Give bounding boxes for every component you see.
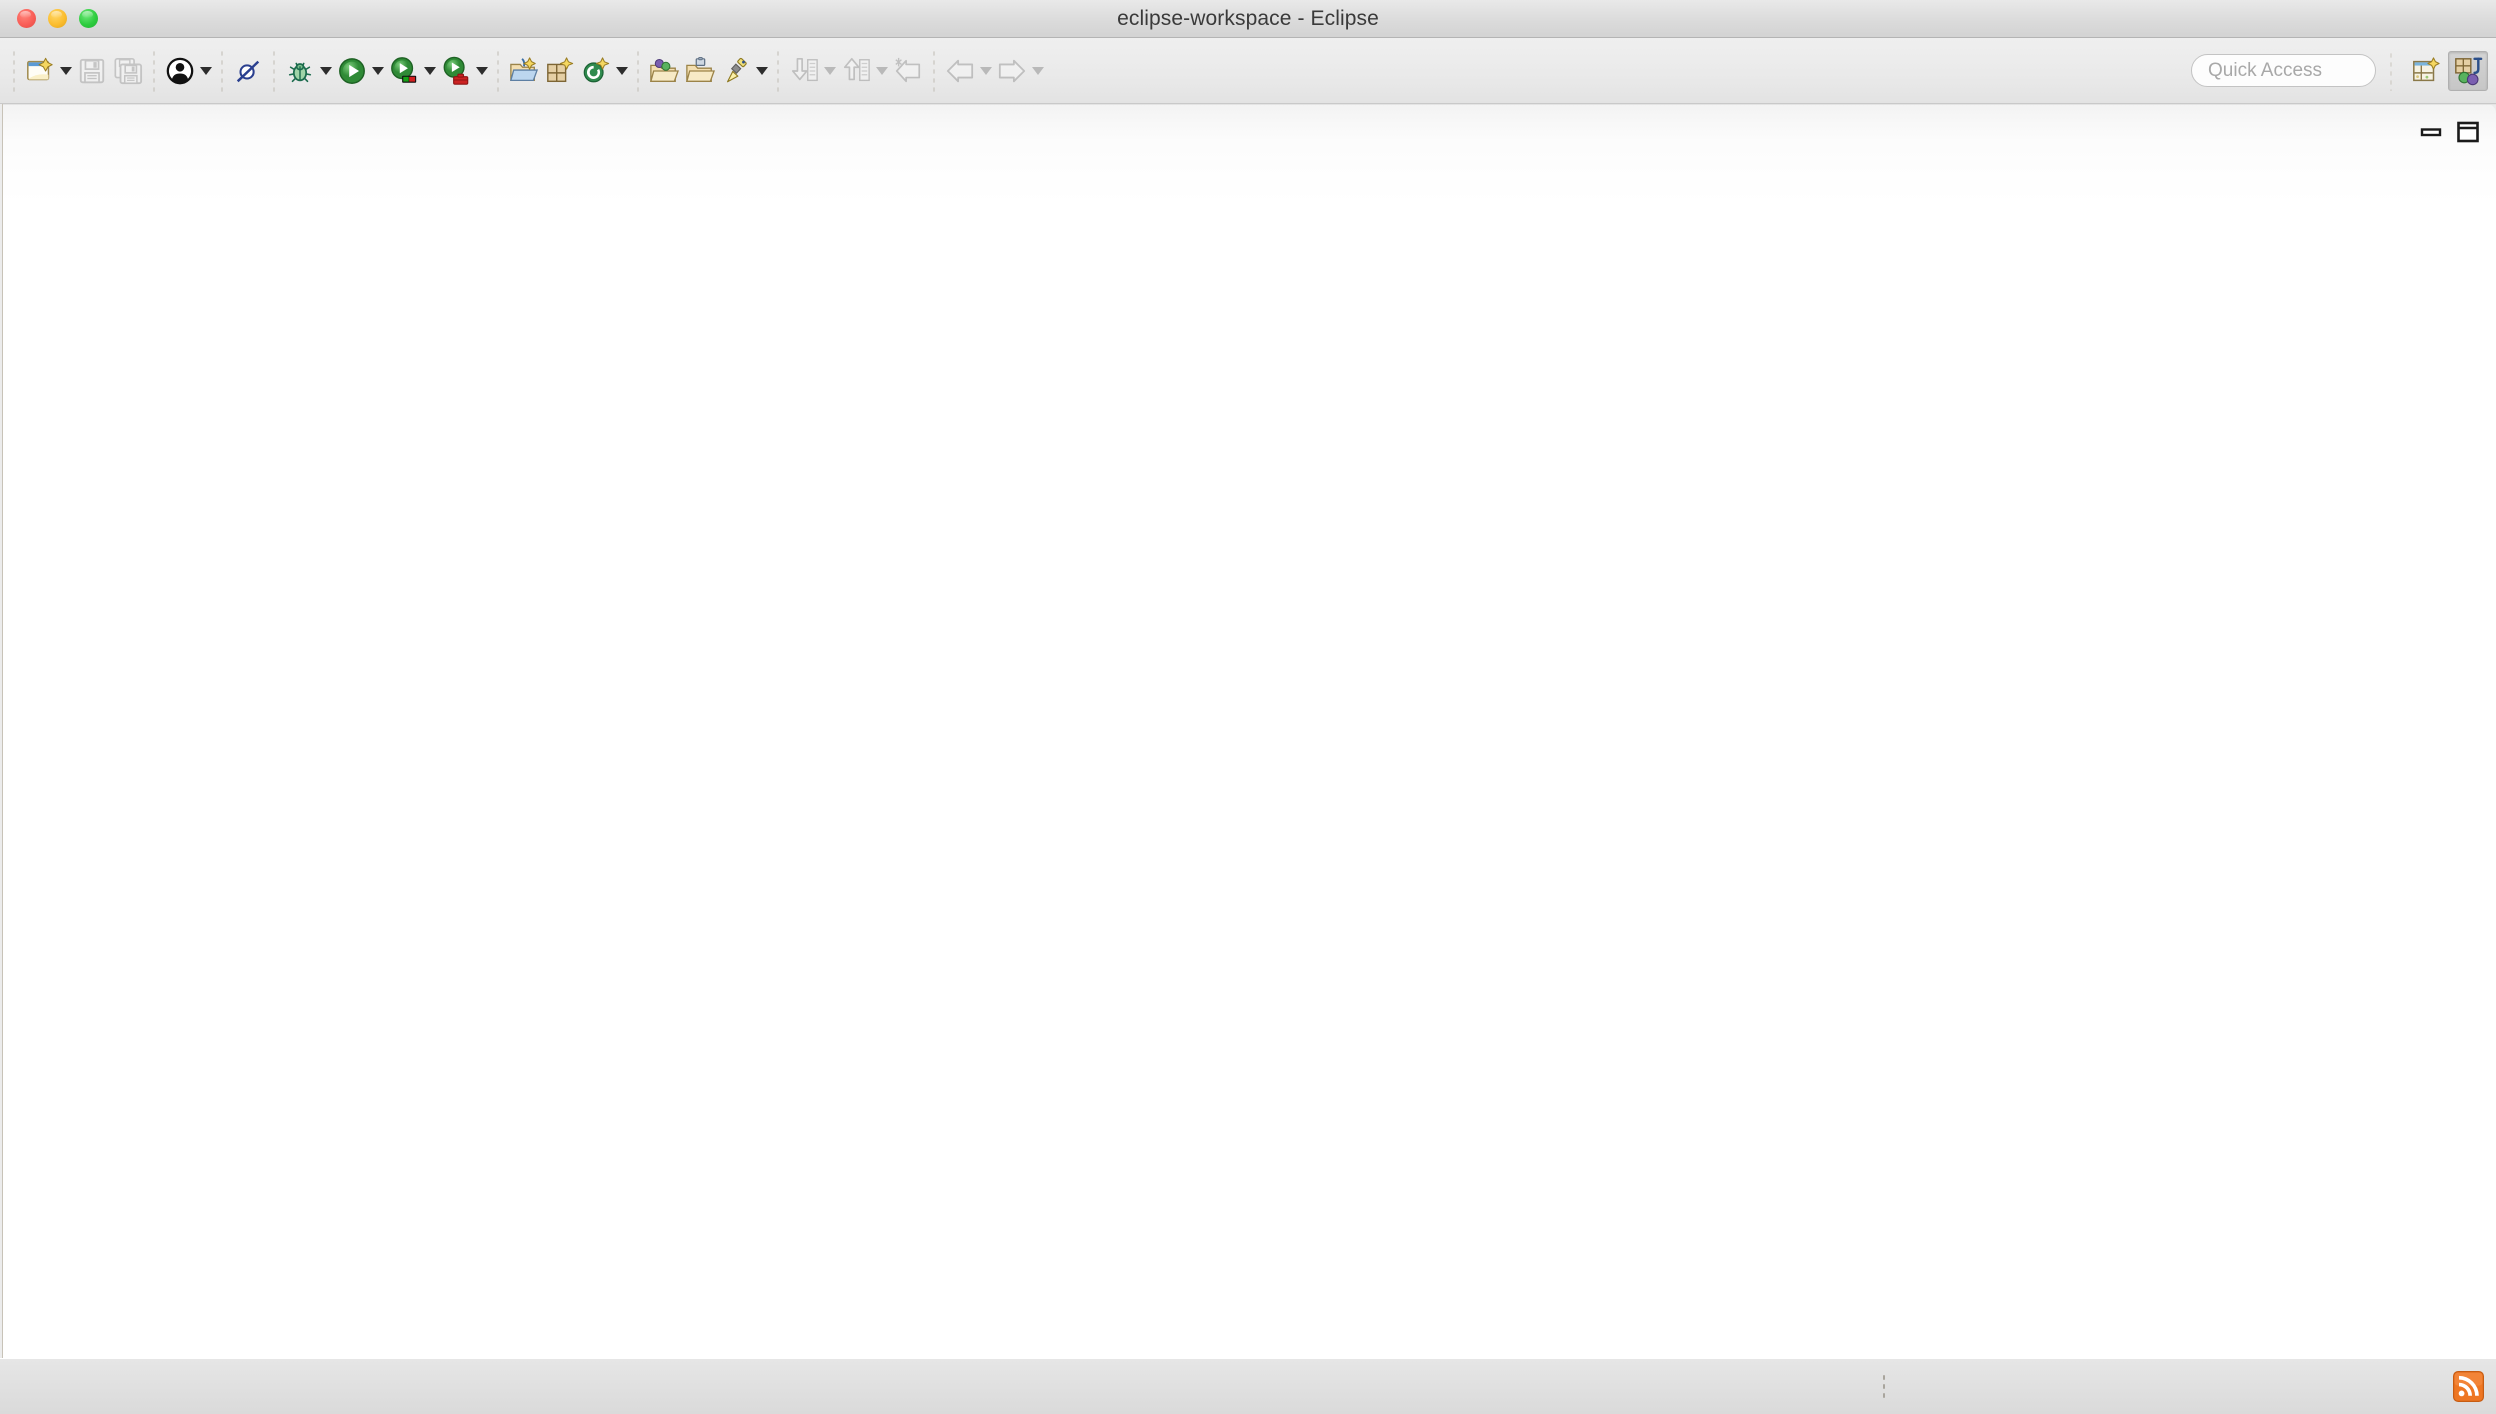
- debug-dropdown-arrow[interactable]: [318, 52, 334, 90]
- new-wizard-icon[interactable]: [22, 52, 58, 90]
- open-type-icon[interactable]: [646, 52, 682, 90]
- skip-all-breakpoints-icon[interactable]: [230, 52, 266, 90]
- window-controls: [0, 9, 98, 28]
- main-toolbar: [0, 38, 2496, 104]
- search-icon[interactable]: [718, 52, 754, 90]
- view-controls: [2420, 120, 2480, 149]
- previous-annotation-dropdown-arrow: [874, 52, 890, 90]
- run-dropdown-arrow[interactable]: [370, 52, 386, 90]
- toolbar-group-open: [646, 38, 770, 103]
- back-dropdown-arrow: [978, 52, 994, 90]
- toolbar-separator: [221, 48, 223, 93]
- status-bar: [0, 1358, 2496, 1414]
- forward-dropdown-arrow: [1030, 52, 1046, 90]
- search-dropdown-arrow[interactable]: [754, 52, 770, 90]
- toolbar-separator: [777, 48, 779, 93]
- new-java-package-icon[interactable]: [542, 52, 578, 90]
- editor-area[interactable]: [2, 104, 2496, 1358]
- toolbar-group-breakpoints: [230, 38, 266, 103]
- save-icon: [74, 52, 110, 90]
- forward-icon: [994, 52, 1030, 90]
- toolbar-right-section: [2191, 38, 2488, 103]
- java-perspective-icon[interactable]: [2448, 50, 2488, 91]
- back-icon: [942, 52, 978, 90]
- toolbar-separator: [273, 48, 275, 93]
- toolbar-group-person: [162, 38, 214, 103]
- save-all-icon: [110, 52, 146, 90]
- toolbar-group-run: [282, 38, 490, 103]
- toolbar-separator: [153, 48, 155, 93]
- next-annotation-icon: [786, 52, 822, 90]
- quick-access-input[interactable]: [2191, 54, 2376, 87]
- toolbar-group-new-element: [506, 38, 630, 103]
- maximize-view-icon[interactable]: [2456, 120, 2480, 149]
- minimize-button[interactable]: [48, 9, 67, 28]
- open-task-icon[interactable]: [682, 52, 718, 90]
- new-wizard-dropdown-arrow[interactable]: [58, 52, 74, 90]
- open-perspective-icon[interactable]: [2406, 51, 2446, 91]
- toolbar-separator: [497, 48, 499, 93]
- toolbar-separator: [637, 48, 639, 93]
- zoom-button[interactable]: [79, 9, 98, 28]
- person-dropdown-arrow[interactable]: [198, 52, 214, 90]
- previous-annotation-icon: [838, 52, 874, 90]
- minimize-view-icon[interactable]: [2420, 121, 2442, 148]
- person-icon[interactable]: [162, 52, 198, 90]
- main-content-area: [0, 104, 2496, 1358]
- new-java-class-icon[interactable]: [578, 52, 614, 90]
- external-tools-dropdown-arrow[interactable]: [474, 52, 490, 90]
- run-icon[interactable]: [334, 52, 370, 90]
- next-annotation-dropdown-arrow: [822, 52, 838, 90]
- debug-icon[interactable]: [282, 52, 318, 90]
- toolbar-separator: [933, 48, 935, 93]
- window-title: eclipse-workspace - Eclipse: [1117, 6, 1379, 30]
- toolbar-group-history: [942, 38, 1046, 103]
- rss-feed-icon[interactable]: [2453, 1371, 2484, 1402]
- coverage-dropdown-arrow[interactable]: [422, 52, 438, 90]
- toolbar-separator: [2390, 50, 2392, 91]
- toolbar-group-file: [22, 38, 146, 103]
- new-java-class-dropdown-arrow[interactable]: [614, 52, 630, 90]
- toolbar-separator: [13, 48, 15, 93]
- coverage-icon[interactable]: [386, 52, 422, 90]
- title-bar: eclipse-workspace - Eclipse: [0, 0, 2496, 38]
- new-java-project-icon[interactable]: [506, 52, 542, 90]
- close-button[interactable]: [17, 9, 36, 28]
- external-tools-icon[interactable]: [438, 52, 474, 90]
- toolbar-group-annotation: [786, 38, 926, 103]
- last-edit-location-icon: [890, 52, 926, 90]
- resize-handle-icon[interactable]: [1882, 1373, 1886, 1401]
- eclipse-window: eclipse-workspace - Eclipse: [0, 0, 2496, 1414]
